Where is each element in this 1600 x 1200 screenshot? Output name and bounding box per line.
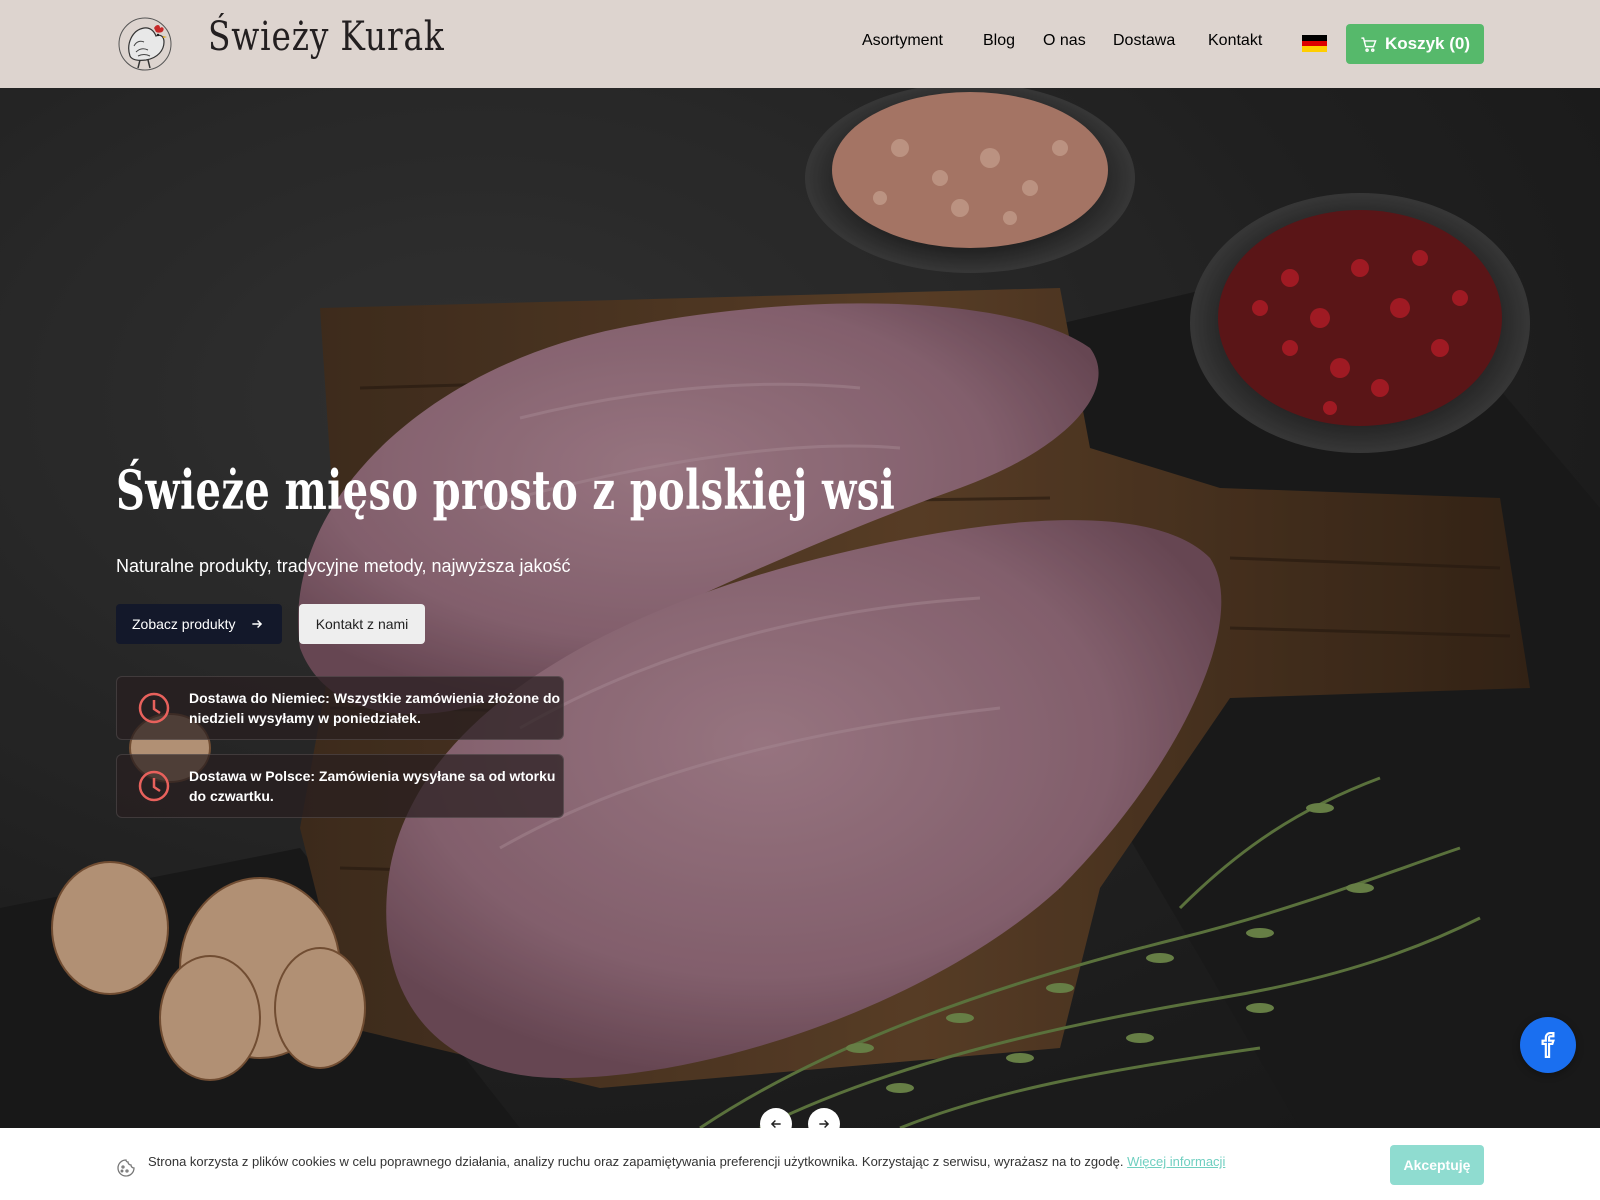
delivery-notice-poland: Dostawa w Polsce: Zamówienia wysyłane sa…	[116, 754, 564, 818]
cookie-message: Strona korzysta z plików cookies w celu …	[148, 1154, 1225, 1169]
contact-us-label: Kontakt z nami	[315, 616, 409, 632]
rooster-logo-icon[interactable]	[116, 16, 174, 72]
delivery-notice-poland-text: Dostawa w Polsce: Zamówienia wysyłane sa…	[189, 768, 556, 804]
cookie-more-info-link[interactable]: Więcej informacji	[1127, 1154, 1225, 1169]
brand-name[interactable]: Świeży Kurak	[208, 14, 445, 60]
nav-item-kontakt[interactable]: Kontakt	[1208, 32, 1262, 50]
hero-subtitle: Naturalne produkty, tradycyjne metody, n…	[116, 556, 571, 576]
cart-button[interactable]: Koszyk (0)	[1346, 24, 1484, 64]
cart-label: Koszyk (0)	[1384, 34, 1471, 53]
nav-item-asortyment[interactable]: Asortyment	[862, 32, 943, 50]
cookie-text: Strona korzysta z plików cookies w celu …	[148, 1154, 1124, 1169]
cookie-bar: Strona korzysta z plików cookies w celu …	[0, 1128, 1600, 1200]
de-flag-icon[interactable]	[1302, 35, 1327, 52]
delivery-notice-germany-text: Dostawa do Niemiec: Wszystkie zamówienia…	[189, 690, 561, 726]
nav-item-blog[interactable]: Blog	[983, 32, 1015, 50]
nav-item-dostawa[interactable]: Dostawa	[1113, 32, 1175, 50]
arrow-right-icon	[251, 619, 262, 629]
nav-item-o-nas[interactable]: O nas	[1043, 32, 1086, 50]
hero-title: Świeże mięso prosto z polskiej wsi	[116, 458, 896, 522]
clock-icon	[138, 770, 170, 802]
facebook-icon	[1541, 1032, 1555, 1058]
view-products-label: Zobacz produkty	[132, 616, 236, 632]
site-header: Świeży Kurak Asortyment Blog O nas Dosta…	[0, 0, 1600, 88]
clock-icon	[138, 692, 170, 724]
view-products-button[interactable]: Zobacz produkty	[116, 604, 282, 644]
cart-icon	[1361, 36, 1377, 52]
facebook-button[interactable]	[1520, 1017, 1576, 1073]
delivery-notice-germany: Dostawa do Niemiec: Wszystkie zamówienia…	[116, 676, 564, 740]
cookie-accept-button[interactable]: Akceptuję	[1390, 1145, 1484, 1185]
contact-us-button[interactable]: Kontakt z nami	[299, 604, 425, 644]
cookie-icon	[117, 1159, 135, 1177]
